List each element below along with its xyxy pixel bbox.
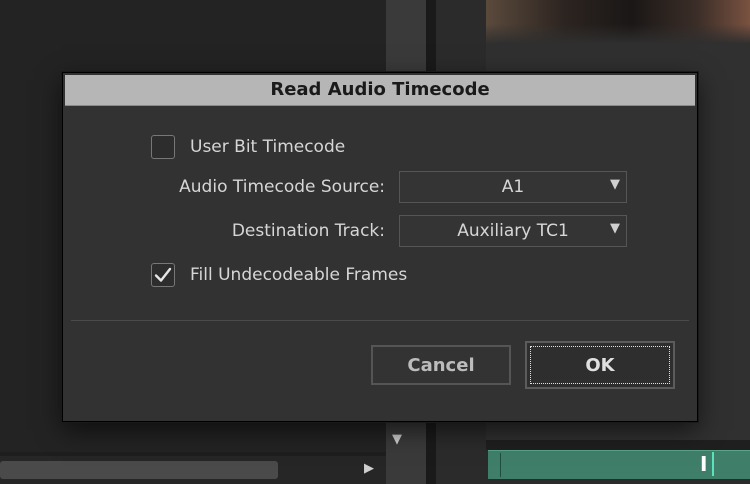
cancel-button[interactable]: Cancel bbox=[371, 345, 511, 385]
fill-undecodeable-frames-label: Fill Undecodeable Frames bbox=[190, 265, 408, 285]
timeline-ruler bbox=[486, 440, 750, 450]
ok-button-label: OK bbox=[530, 346, 670, 384]
user-bit-timecode-row[interactable]: User Bit Timecode bbox=[151, 135, 345, 159]
scroll-right-icon[interactable]: ▶ bbox=[364, 461, 374, 476]
chevron-down-icon: ▼ bbox=[610, 221, 620, 236]
destination-track-label: Destination Track: bbox=[231, 221, 385, 241]
audio-timecode-source-value: A1 bbox=[501, 177, 525, 197]
destination-track-select[interactable]: Auxiliary TC1 ▼ bbox=[399, 215, 627, 247]
read-audio-timecode-dialog: Read Audio Timecode User Bit Timecode Au… bbox=[62, 72, 698, 422]
ok-button[interactable]: OK bbox=[525, 341, 675, 389]
dialog-separator bbox=[71, 320, 689, 321]
horizontal-scrollbar-thumb[interactable] bbox=[0, 461, 278, 479]
video-frame-thumbnail bbox=[486, 0, 750, 44]
user-bit-timecode-checkbox[interactable] bbox=[151, 135, 175, 159]
timeline-tick bbox=[500, 453, 501, 477]
checkmark-icon bbox=[154, 267, 172, 282]
destination-track-value: Auxiliary TC1 bbox=[457, 221, 569, 241]
dialog-title: Read Audio Timecode bbox=[65, 75, 695, 106]
playhead-cursor-icon[interactable]: I bbox=[700, 450, 716, 478]
user-bit-timecode-label: User Bit Timecode bbox=[190, 137, 346, 157]
scroll-down-icon[interactable]: ▼ bbox=[392, 432, 402, 447]
audio-timecode-source-select[interactable]: A1 ▼ bbox=[399, 171, 627, 203]
chevron-down-icon: ▼ bbox=[610, 177, 620, 192]
audio-timecode-source-label: Audio Timecode Source: bbox=[179, 177, 385, 197]
fill-undecodeable-frames-row[interactable]: Fill Undecodeable Frames bbox=[151, 263, 407, 287]
fill-undecodeable-frames-checkbox[interactable] bbox=[151, 263, 175, 287]
